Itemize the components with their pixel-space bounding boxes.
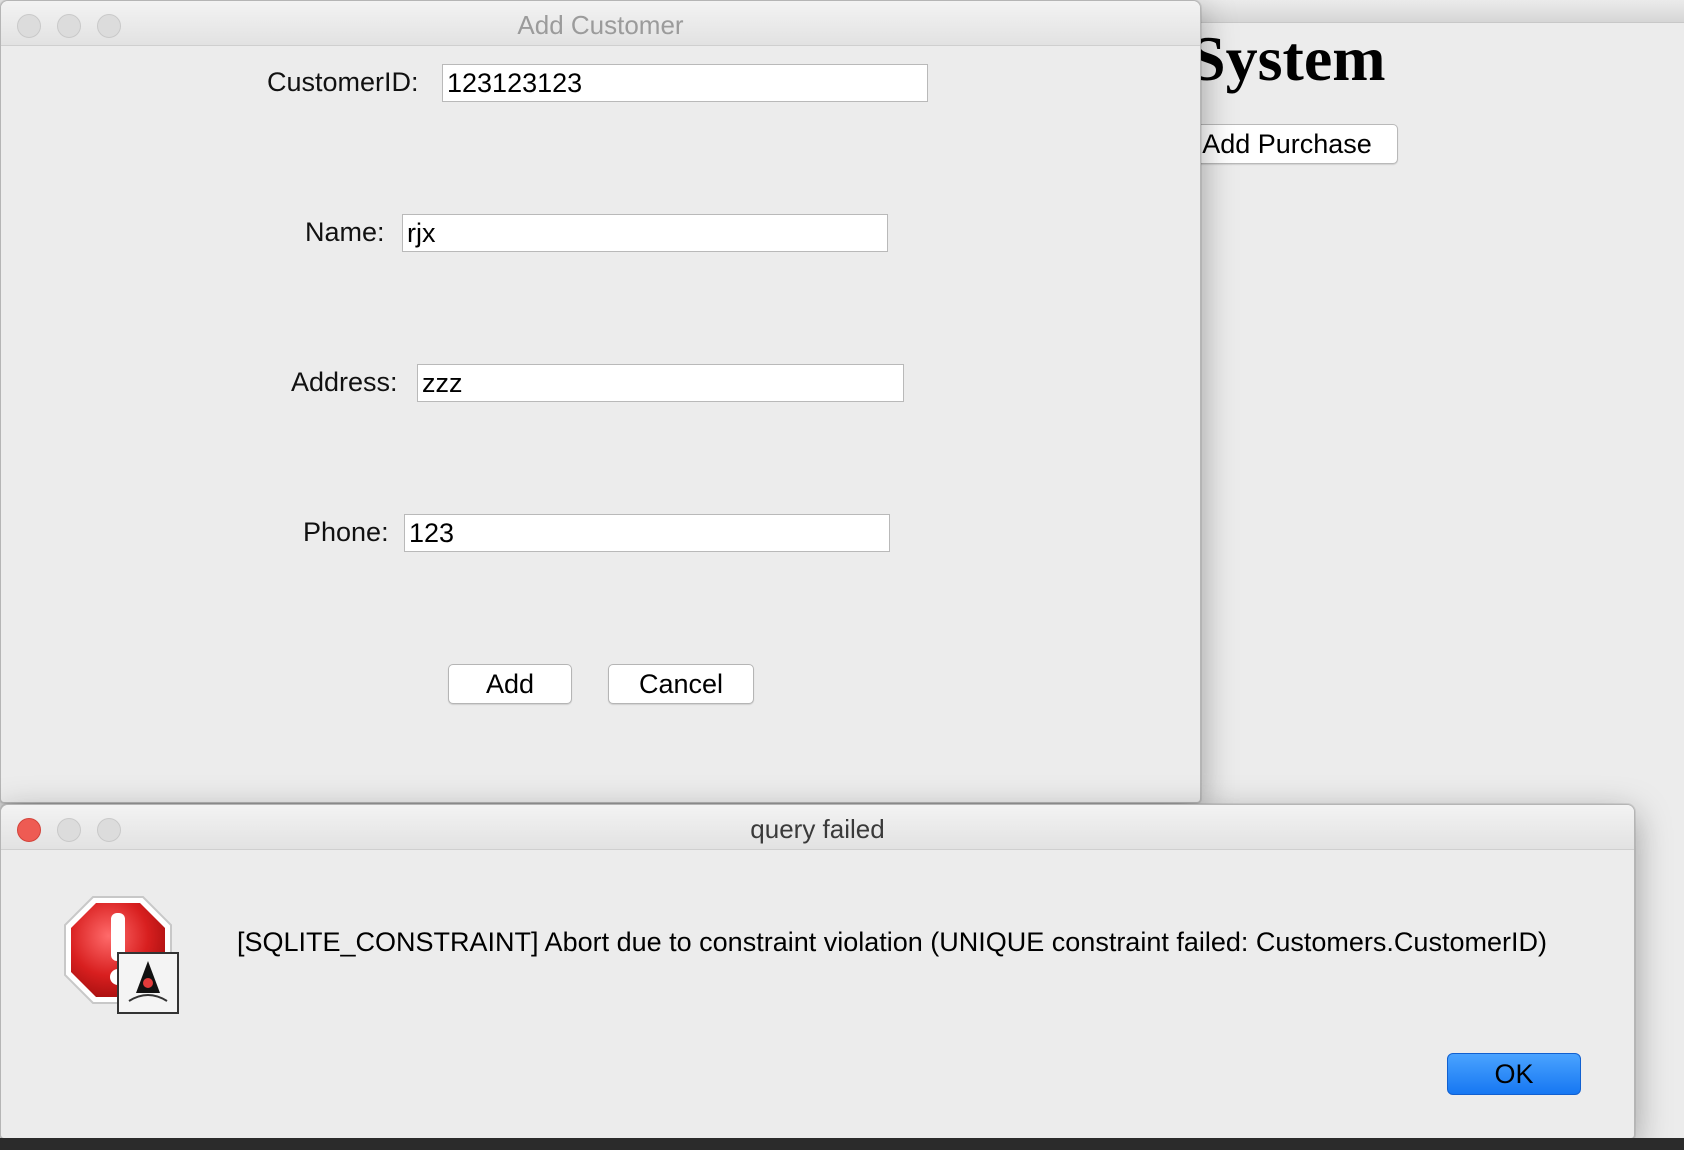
add-customer-titlebar: Add Customer (1, 1, 1200, 46)
customer-id-input[interactable] (442, 64, 928, 102)
address-label: Address: (291, 367, 398, 397)
add-purchase-button[interactable]: Add Purchase (1176, 124, 1398, 164)
name-input[interactable] (402, 214, 888, 252)
name-label: Name: (305, 217, 385, 247)
add-customer-title: Add Customer (517, 10, 684, 40)
main-window-heading: System (1190, 23, 1386, 94)
ok-button[interactable]: OK (1447, 1053, 1581, 1095)
add-button[interactable]: Add (448, 664, 572, 704)
customer-id-label: CustomerID: (267, 67, 419, 97)
desktop-background (0, 1138, 1684, 1150)
query-failed-dialog: query failed [SQLITE_CONSTRAINT] Abort d… (0, 804, 1635, 1139)
add-customer-dialog: Add Customer CustomerID: Name: Address: … (0, 0, 1201, 803)
cancel-button[interactable]: Cancel (608, 664, 754, 704)
phone-input[interactable] (404, 514, 890, 552)
java-stop-warning-icon (64, 896, 179, 1014)
address-input[interactable] (417, 364, 904, 402)
phone-label: Phone: (303, 517, 389, 547)
query-failed-title: query failed (750, 814, 885, 844)
query-failed-titlebar: query failed (1, 805, 1634, 850)
error-message: [SQLITE_CONSTRAINT] Abort due to constra… (237, 927, 1547, 957)
